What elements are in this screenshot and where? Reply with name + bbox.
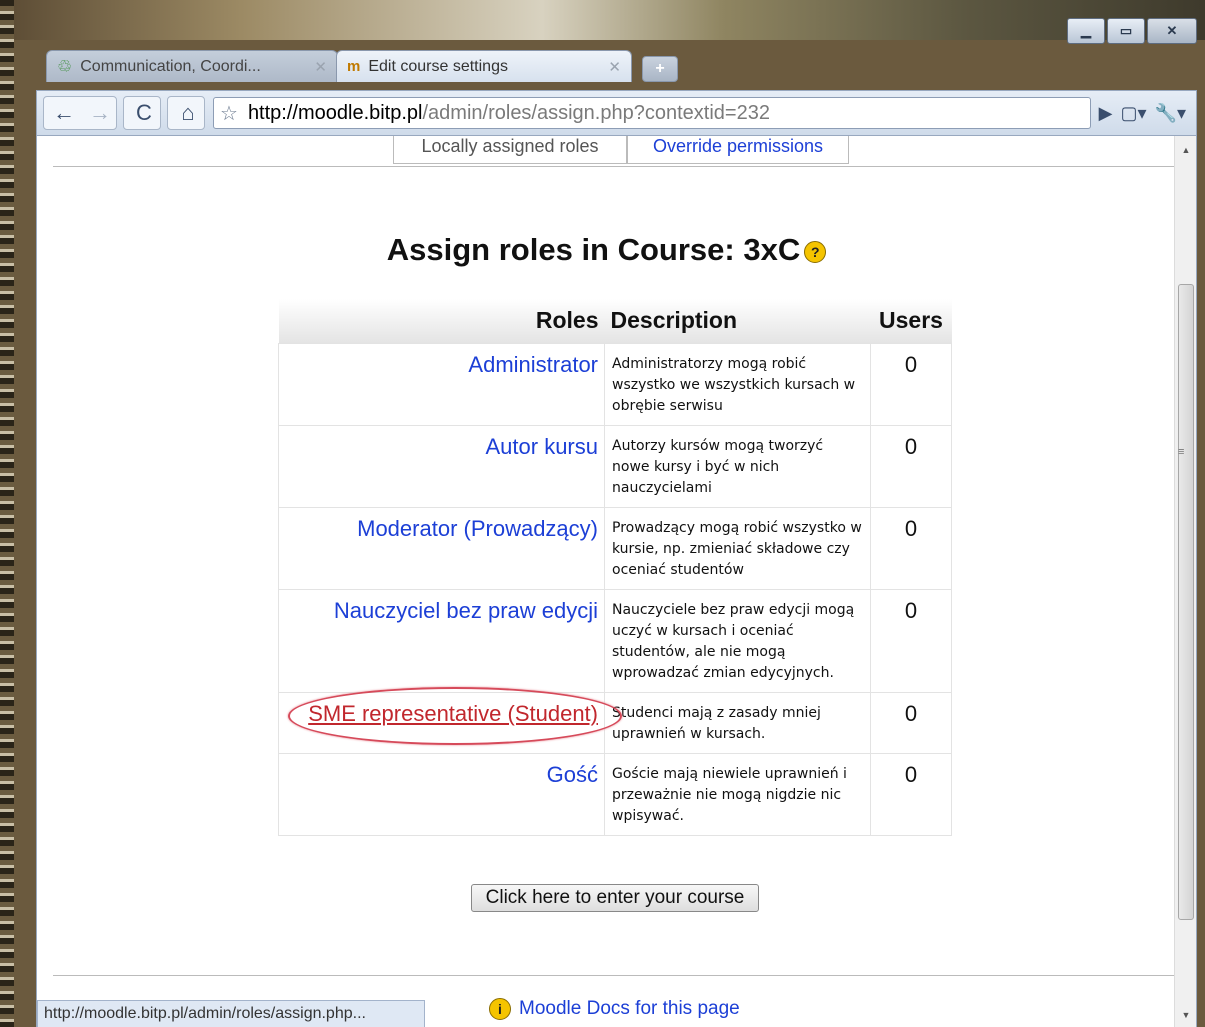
desktop-edge: [0, 0, 14, 1027]
page-title: Assign roles in Course: 3xC?: [37, 232, 1176, 268]
description-cell: Studenci mają z zasady mniej uprawnień w…: [604, 692, 871, 754]
back-button[interactable]: ←: [48, 97, 80, 129]
tab-locally-assigned-roles[interactable]: Locally assigned roles: [393, 136, 627, 164]
forward-button[interactable]: →: [84, 97, 116, 129]
close-tab-icon[interactable]: ✕: [608, 58, 621, 76]
description-cell: Administratorzy mogą robić wszystko we w…: [604, 343, 871, 426]
page-title-text: Assign roles in Course: 3xC: [386, 232, 801, 267]
role-link-moderator[interactable]: Moderator (Prowadzący): [357, 516, 598, 541]
page-menu-icon[interactable]: ▢▾: [1121, 103, 1147, 124]
role-cell: Autor kursu: [278, 425, 605, 508]
header-description: Description: [604, 299, 871, 344]
scroll-thumb[interactable]: [1178, 284, 1194, 920]
address-bar[interactable]: ☆ http://moodle.bitp.pl/admin/roles/assi…: [213, 97, 1091, 129]
moodle-icon: m: [347, 58, 361, 75]
info-icon: i: [489, 998, 511, 1020]
scroll-up-arrow-icon[interactable]: ▲: [1175, 140, 1196, 160]
tab-title: Communication, Coordi...: [80, 57, 261, 75]
page-viewport: Locally assigned roles Override permissi…: [36, 136, 1197, 1027]
close-tab-icon[interactable]: ✕: [314, 58, 327, 76]
role-link-text: SME representative (Student): [308, 701, 598, 726]
window-controls: ▁ ▭ ✕: [1067, 18, 1197, 44]
play-icon[interactable]: ▶: [1099, 103, 1113, 124]
table-row: Nauczyciel bez praw edycji Nauczyciele b…: [278, 589, 952, 693]
docs-link-text: Moodle Docs for this page: [519, 998, 740, 1019]
scroll-down-arrow-icon[interactable]: ▼: [1175, 1005, 1196, 1025]
users-count: 0: [870, 692, 952, 754]
table-row: Administrator Administratorzy mogą robić…: [278, 343, 952, 426]
users-count: 0: [870, 753, 952, 836]
tab-title: Edit course settings: [368, 57, 508, 75]
role-cell: Gość: [278, 753, 605, 836]
table-row: Autor kursu Autorzy kursów mogą tworzyć …: [278, 425, 952, 508]
header-roles: Roles: [278, 299, 605, 344]
home-button[interactable]: ⌂: [172, 97, 204, 129]
close-window-button[interactable]: ✕: [1147, 18, 1197, 44]
role-link-gosc[interactable]: Gość: [547, 762, 598, 787]
users-count: 0: [870, 589, 952, 693]
users-count: 0: [870, 507, 952, 590]
roles-table: Roles Description Users Administrator Ad…: [278, 299, 952, 836]
tab-edit-course-settings[interactable]: m Edit course settings ✕: [336, 50, 632, 82]
browser-toolbar: ← → C ⌂ ☆ http://moodle.bitp.pl/admin/ro…: [36, 90, 1197, 136]
description-cell: Nauczyciele bez praw edycji mogą uczyć w…: [604, 589, 871, 693]
url-host: http://moodle.bitp.pl: [247, 101, 423, 124]
tab-strip: ♲ Communication, Coordi... ✕ m Edit cour…: [36, 44, 936, 82]
table-row: Moderator (Prowadzący) Prowadzący mogą r…: [278, 507, 952, 590]
home-group: ⌂: [167, 96, 205, 130]
table-row: SME representative (Student) Studenci ma…: [278, 687, 952, 754]
description-cell: Prowadzący mogą robić wszystko w kursie,…: [604, 507, 871, 590]
scroll-grip-icon: ≡: [1178, 446, 1185, 458]
tab-communication[interactable]: ♲ Communication, Coordi... ✕: [46, 50, 338, 82]
role-link-autor-kursu[interactable]: Autor kursu: [486, 434, 599, 459]
role-link-sme-representative[interactable]: SME representative (Student): [288, 687, 623, 745]
role-link-nauczyciel[interactable]: Nauczyciel bez praw edycji: [334, 598, 598, 623]
table-header-row: Roles Description Users: [278, 299, 952, 344]
subtabs-row: Locally assigned roles Override permissi…: [53, 136, 1181, 167]
new-tab-button[interactable]: +: [642, 56, 678, 82]
table-row: Gość Goście mają niewiele uprawnień i pr…: [278, 753, 952, 836]
recycle-icon: ♲: [57, 56, 73, 76]
footer-divider: [53, 975, 1181, 976]
wrench-icon[interactable]: 🔧▾: [1155, 103, 1186, 124]
tab-override-permissions[interactable]: Override permissions: [627, 136, 849, 164]
users-count: 0: [870, 425, 952, 508]
header-users: Users: [870, 299, 952, 344]
description-cell: Autorzy kursów mogą tworzyć nowe kursy i…: [604, 425, 871, 508]
role-cell: Administrator: [278, 343, 605, 426]
role-cell: Nauczyciel bez praw edycji: [278, 589, 605, 693]
users-count: 0: [870, 343, 952, 426]
star-icon[interactable]: ☆: [220, 101, 238, 126]
enter-course-button[interactable]: Click here to enter your course: [471, 884, 759, 912]
role-cell: SME representative (Student): [278, 687, 623, 754]
reload-group: C: [123, 96, 161, 130]
status-bar: http://moodle.bitp.pl/admin/roles/assign…: [37, 1000, 425, 1027]
reload-button[interactable]: C: [128, 97, 160, 129]
help-icon[interactable]: ?: [804, 240, 827, 263]
toolbar-right: ▶ ▢▾ 🔧▾: [1099, 103, 1186, 124]
role-cell: Moderator (Prowadzący): [278, 507, 605, 590]
minimize-button[interactable]: ▁: [1067, 18, 1105, 44]
role-link-administrator[interactable]: Administrator: [468, 352, 598, 377]
nav-group: ← →: [43, 96, 117, 130]
maximize-button[interactable]: ▭: [1107, 18, 1145, 44]
url-path: /admin/roles/assign.php?contextid=232: [422, 101, 770, 124]
vertical-scrollbar[interactable]: ▲ ≡ ▼: [1174, 136, 1196, 1027]
moodle-docs-link[interactable]: i Moodle Docs for this page: [489, 998, 740, 1020]
browser-window: ▁ ▭ ✕ ♲ Communication, Coordi... ✕ m Edi…: [14, 8, 1205, 1027]
description-cell: Goście mają niewiele uprawnień i przeważ…: [604, 753, 871, 836]
